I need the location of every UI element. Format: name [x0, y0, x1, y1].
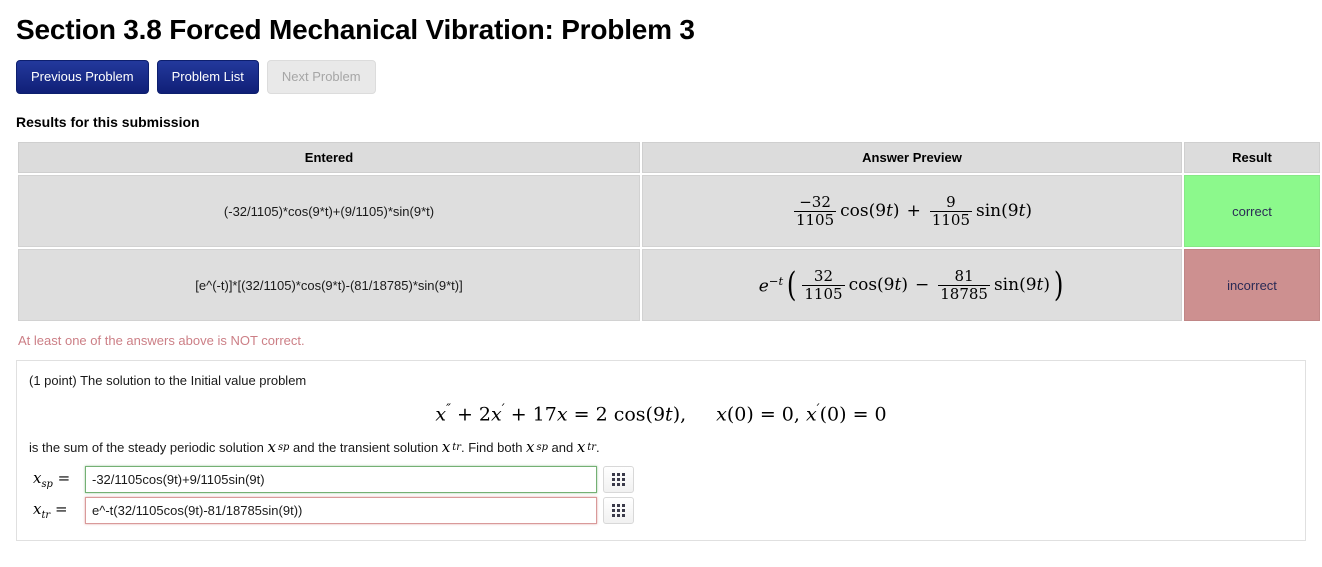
problem-equation: x″ + 2x′ + 17x = 2 cos(9t), x(0) = 0, x′…: [27, 402, 1295, 425]
fraction-neg32-over-1105: −32 1105: [793, 193, 837, 229]
cos-term-2: cos(9t): [848, 275, 908, 295]
problem-panel: (1 point) The solution to the Initial va…: [16, 360, 1306, 542]
previous-problem-button[interactable]: Previous Problem: [16, 60, 149, 94]
preview-math-2: e−t ( 32 1105 cos(9t) − 81 18785 sin(9t): [758, 264, 1066, 305]
answer-row-xtr: xtr =: [33, 497, 1295, 525]
table-row: [e^(-t)]*[(32/1105)*cos(9*t)-(81/18785)*…: [18, 249, 1320, 321]
initial-conditions: x(0) = 0, x′(0) = 0: [716, 402, 887, 426]
minus-operator-2: −: [914, 275, 930, 295]
exponential-factor: e−t: [758, 273, 784, 297]
sin-term-2: sin(9t): [993, 275, 1050, 295]
results-heading: Results for this submission: [16, 114, 200, 130]
math-keypad-button-xtr[interactable]: [603, 497, 634, 525]
table-header-row: Entered Answer Preview Result: [18, 142, 1320, 173]
var-xtr-inline-1: x tr: [441, 438, 461, 457]
math-keypad-button-xsp[interactable]: [603, 466, 634, 494]
sin-term-1: sin(9t): [976, 201, 1033, 221]
column-header-answer-preview: Answer Preview: [642, 142, 1182, 173]
next-problem-button: Next Problem: [266, 60, 376, 94]
problem-page: Section 3.8 Forced Mechanical Vibration:…: [0, 0, 1322, 542]
fraction-81-over-18785: 81 18785: [938, 267, 990, 303]
fraction-9-over-1105: 9 1105: [929, 193, 972, 229]
preview-math-1: −32 1105 cos(9t) + 9 1105 sin(9t): [792, 193, 1033, 229]
column-header-entered: Entered: [18, 142, 640, 173]
results-table: Entered Answer Preview Result (-32/1105)…: [16, 140, 1322, 323]
submission-error-message: At least one of the answers above is NOT…: [18, 333, 305, 348]
close-paren-icon: ): [1053, 264, 1064, 305]
answer-label-xsp: xsp =: [33, 469, 71, 491]
problem-description: is the sum of the steady periodic soluti…: [29, 438, 600, 457]
grid-keypad-icon: [612, 504, 625, 518]
problem-points-text: (1 point) The solution to the Initial va…: [29, 373, 307, 388]
table-row: (-32/1105)*cos(9*t)+(9/1105)*sin(9*t) −3…: [18, 175, 1320, 247]
plus-operator-1: +: [906, 201, 921, 221]
ode-expression: x″ + 2x′ + 17x = 2 cos(9t),: [435, 402, 687, 426]
grid-keypad-icon: [612, 473, 625, 487]
cos-term-1: cos(9t): [840, 201, 900, 221]
answer-preview-1: −32 1105 cos(9t) + 9 1105 sin(9t): [642, 175, 1182, 247]
answer-preview-2: e−t ( 32 1105 cos(9t) − 81 18785 sin(9t): [642, 249, 1182, 321]
problem-list-button[interactable]: Problem List: [156, 60, 259, 94]
column-header-result: Result: [1184, 142, 1320, 173]
open-paren-icon: (: [786, 264, 797, 305]
answer-label-xtr: xtr =: [33, 500, 68, 522]
fraction-32-over-1105: 32 1105: [802, 267, 845, 303]
entered-answer-1: (-32/1105)*cos(9*t)+(9/1105)*sin(9*t): [18, 175, 640, 247]
result-badge-incorrect: incorrect: [1184, 249, 1320, 321]
var-xsp-inline-2: x sp: [526, 438, 548, 457]
result-badge-correct: correct: [1184, 175, 1320, 247]
answer-input-xtr[interactable]: [85, 497, 597, 525]
var-xtr-inline-2: x tr: [576, 438, 596, 457]
page-title: Section 3.8 Forced Mechanical Vibration:…: [16, 14, 695, 45]
entered-answer-2: [e^(-t)]*[(32/1105)*cos(9*t)-(81/18785)*…: [18, 249, 640, 321]
answer-input-xsp[interactable]: [85, 466, 597, 494]
var-xsp-inline-1: x sp: [267, 438, 290, 457]
problem-nav-buttons: Previous Problem Problem List Next Probl…: [16, 60, 1306, 94]
answer-row-xsp: xsp =: [33, 466, 1295, 494]
